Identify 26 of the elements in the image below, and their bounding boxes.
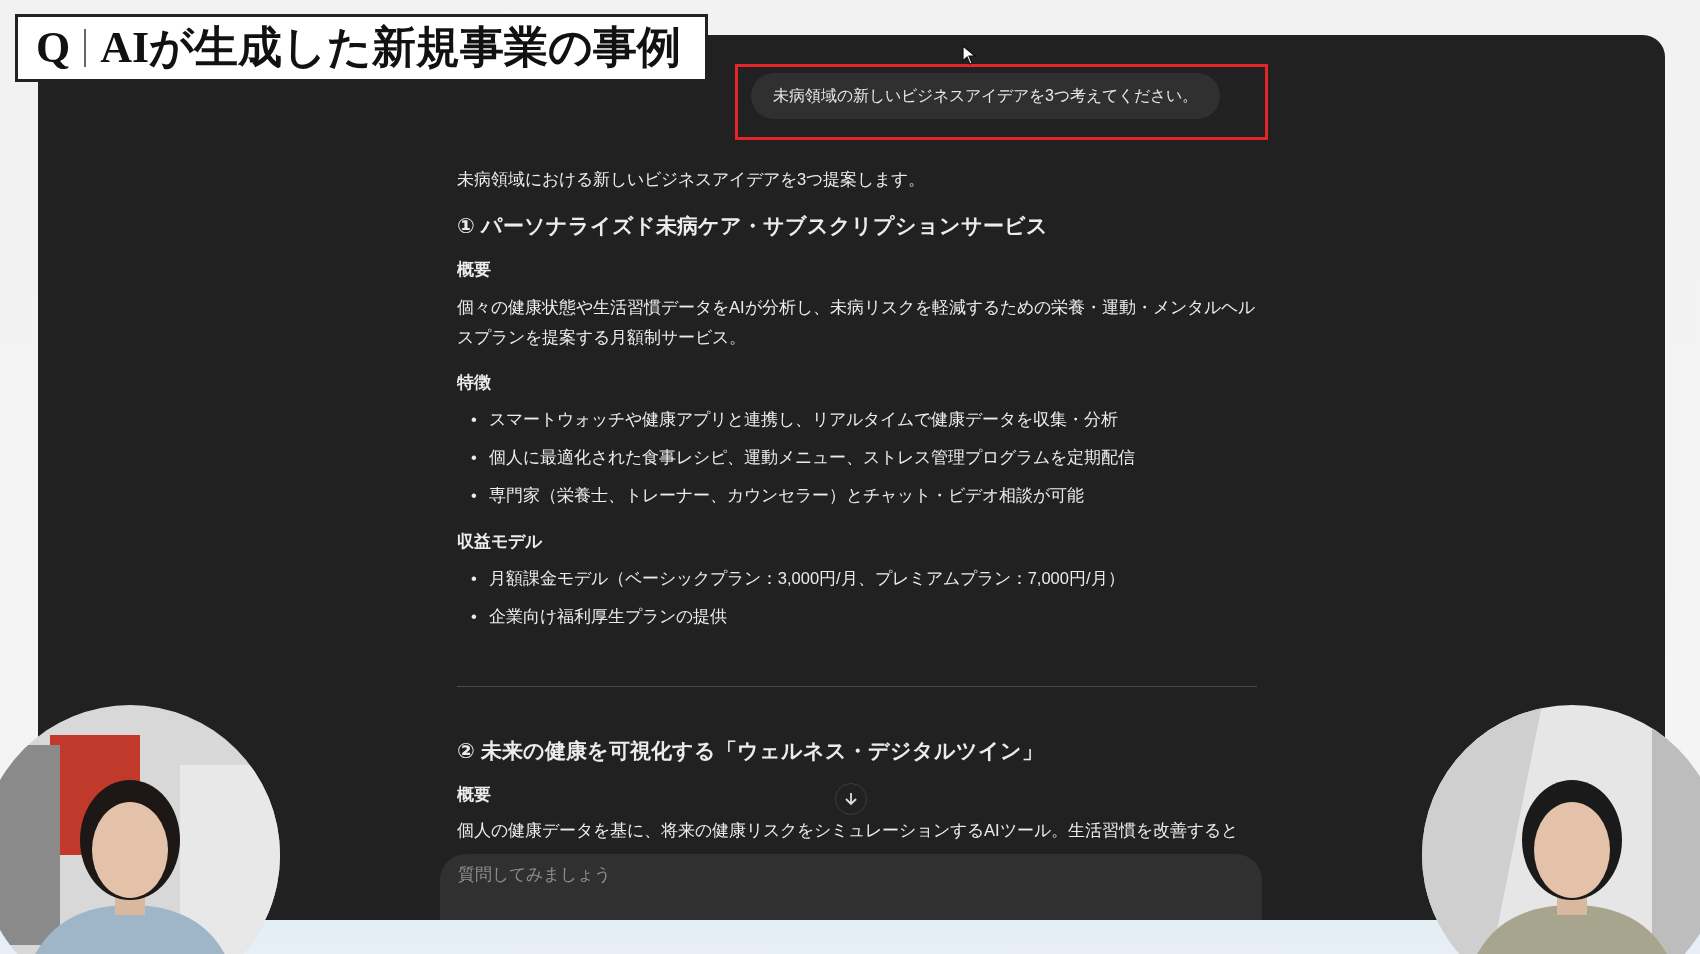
bullet-item: スマートウォッチや健康アプリと連携し、リアルタイムで健康データを収集・分析 (488, 408, 1118, 430)
bullet-marker: • (471, 567, 477, 589)
section-heading: ② 未来の健康を可視化する「ウェルネス・デジタルツイン」 (457, 737, 1044, 764)
bullet-item: 月額課金モデル（ベーシックプラン：3,000円/月、プレミアムプラン：7,000円/月） (488, 567, 1125, 589)
bullet-item: 専門家（栄養士、トレーナー、カウンセラー）とチャット・ビデオ相談が可能 (488, 484, 1084, 506)
arrow-down-icon (843, 791, 859, 807)
bullet-marker: • (471, 605, 477, 627)
response-text: 未病領域における新しいビジネスアイデアを3つ提案します。 (457, 169, 927, 190)
cursor-icon (962, 44, 976, 65)
section-label: 概要 (457, 259, 491, 281)
response-text: 個々の健康状態や生活習慣データをAIが分析し、未病リスクを軽減するための栄養・運動・メンタルヘルスプランを提案する月額制サービス。 (457, 297, 1256, 348)
title-prefix: Q (36, 22, 71, 74)
bullet-marker: • (471, 408, 477, 430)
user-message: 未病領域の新しいビジネスアイデアを3つ考えてください。 (751, 73, 1220, 119)
scroll-down-button[interactable] (835, 783, 867, 815)
section-label: 概要 (457, 784, 491, 806)
section-label: 収益モデル (457, 530, 542, 552)
section-label: 特徴 (457, 372, 491, 393)
section-heading: ① パーソナライズド未病ケア・サブスクリプションサービス (457, 212, 1049, 239)
bullet-marker: • (471, 484, 477, 506)
bullet-item: 個人に最適化された食事レシピ、運動メニュー、ストレス管理プログラムを定期配信 (488, 446, 1135, 468)
bullet-item: 企業向け福利厚生プランの提供 (488, 605, 727, 627)
title-text: AIが生成した新規事業の事例 (100, 22, 682, 74)
message-input[interactable]: 質問してみましょう (440, 854, 1262, 920)
response-text: 個人の健康データを基に、将来の健康リスクをシミュレーションするAIツール。生活習慣を改善すると (457, 820, 1239, 841)
bullet-marker: • (471, 446, 477, 468)
